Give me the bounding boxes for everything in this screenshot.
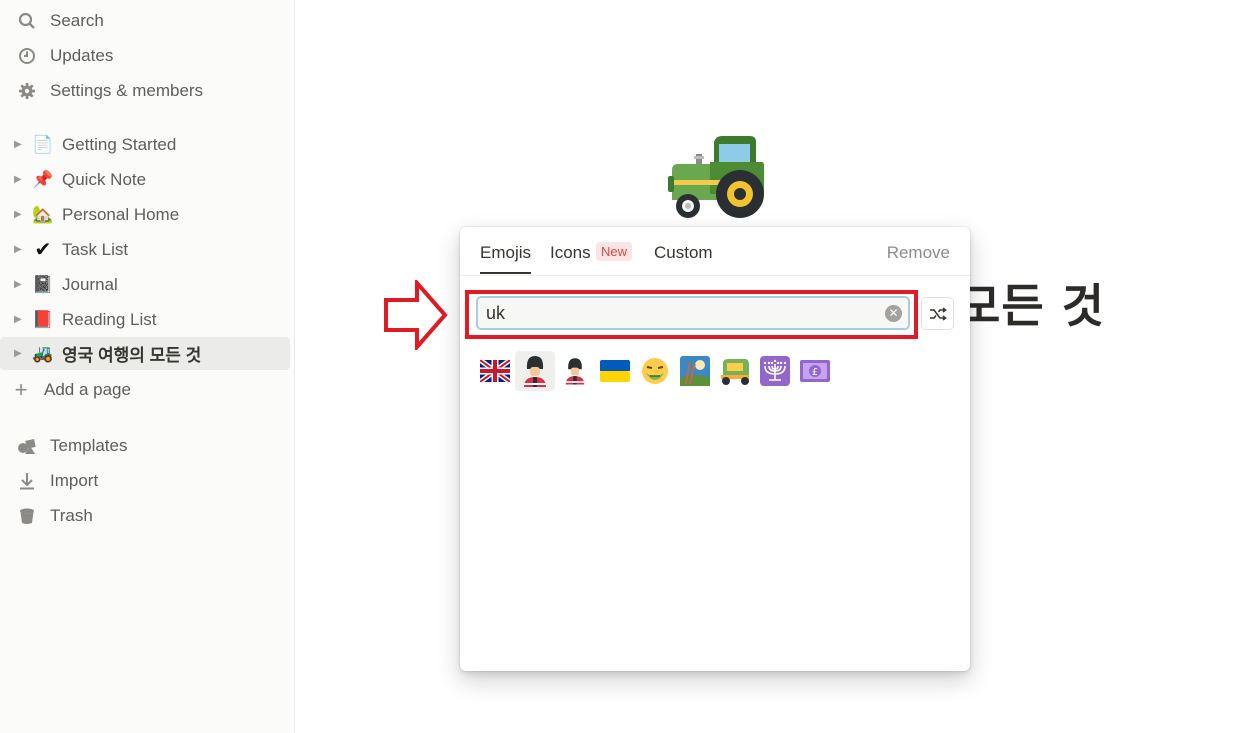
sidebar-trash-label: Trash xyxy=(50,506,93,525)
trash-icon xyxy=(16,507,38,525)
sidebar-settings-label: Settings & members xyxy=(50,81,204,100)
pound-banknote-icon[interactable]: £ xyxy=(795,351,835,391)
annotation-arrow-icon xyxy=(383,277,449,355)
page-label: Personal Home xyxy=(62,204,180,224)
emoji-results: £ xyxy=(475,351,835,391)
sidebar-page-uk-travel[interactable]: ▶ 🚜 영국 여행의 모든 것 xyxy=(0,337,290,370)
page-label: Quick Note xyxy=(62,169,147,189)
sidebar-updates[interactable]: Updates xyxy=(0,40,290,72)
sidebar-page-quick-note[interactable]: ▶ 📌 Quick Note xyxy=(0,163,290,196)
tab-custom[interactable]: Custom xyxy=(654,243,713,263)
add-page-button[interactable]: + Add a page xyxy=(0,374,290,406)
random-emoji-button[interactable] xyxy=(921,297,954,330)
checkmark-icon: ✔ xyxy=(34,239,52,261)
sidebar-import-label: Import xyxy=(50,471,99,490)
page-label: Journal xyxy=(62,274,118,294)
import-icon xyxy=(16,472,38,490)
sidebar-search[interactable]: Search xyxy=(0,5,290,37)
house-icon: 🏡 xyxy=(32,204,54,224)
page-icon: 📄 xyxy=(32,134,54,154)
notebook-icon: 📓 xyxy=(32,274,54,294)
page-icon-tractor[interactable] xyxy=(666,134,766,227)
emoji-search-field: ✕ xyxy=(476,296,910,330)
pushpin-icon: 📌 xyxy=(32,169,54,189)
gear-icon xyxy=(16,82,38,100)
rice-scene-icon[interactable] xyxy=(675,351,715,391)
page-label: Task List xyxy=(62,239,129,259)
plus-icon: + xyxy=(14,377,28,402)
add-page-label: Add a page xyxy=(44,380,131,399)
shuffle-icon xyxy=(929,306,947,321)
svg-text:£: £ xyxy=(812,367,818,378)
expand-triangle-icon[interactable]: ▶ xyxy=(14,139,24,150)
sidebar-settings[interactable]: Settings & members xyxy=(0,75,290,107)
remove-button[interactable]: Remove xyxy=(887,243,950,263)
clear-search-icon[interactable]: ✕ xyxy=(885,305,902,322)
sidebar-import[interactable]: Import xyxy=(0,465,290,497)
red-book-icon: 📕 xyxy=(32,309,54,329)
templates-icon xyxy=(16,437,38,455)
sidebar-page-reading-list[interactable]: ▶ 📕 Reading List xyxy=(0,303,290,336)
guard-small-icon[interactable] xyxy=(555,351,595,391)
icon-picker-popup: Emojis Icons New Custom Remove ✕ xyxy=(460,227,970,671)
emoji-search-input[interactable] xyxy=(484,301,868,325)
gb-flag-icon[interactable] xyxy=(475,351,515,391)
tab-emojis[interactable]: Emojis xyxy=(480,243,531,263)
tab-icons[interactable]: Icons xyxy=(550,243,591,263)
expand-triangle-icon[interactable]: ▶ xyxy=(14,348,24,359)
menorah-icon[interactable] xyxy=(755,351,795,391)
sidebar-page-journal[interactable]: ▶ 📓 Journal xyxy=(0,268,290,301)
sidebar-page-task-list[interactable]: ▶ ✔ Task List xyxy=(0,233,290,266)
ukraine-flag-icon[interactable] xyxy=(595,351,635,391)
guard-icon[interactable] xyxy=(515,351,555,391)
sidebar: Search Updates Settings & members ▶ 📄 Ge… xyxy=(0,0,295,733)
sidebar-templates[interactable]: Templates xyxy=(0,430,290,462)
sidebar-search-label: Search xyxy=(50,11,104,30)
page-label: Reading List xyxy=(62,309,157,329)
new-badge: New xyxy=(596,242,633,261)
expand-triangle-icon[interactable]: ▶ xyxy=(14,314,24,325)
expand-triangle-icon[interactable]: ▶ xyxy=(14,279,24,290)
active-tab-indicator xyxy=(480,272,531,274)
picker-tabs: Emojis Icons New Custom Remove xyxy=(460,227,970,276)
sidebar-updates-label: Updates xyxy=(50,46,114,65)
sidebar-page-personal-home[interactable]: ▶ 🏡 Personal Home xyxy=(0,198,290,231)
expand-triangle-icon[interactable]: ▶ xyxy=(14,244,24,255)
nauseated-face-icon[interactable] xyxy=(635,351,675,391)
sidebar-templates-label: Templates xyxy=(50,436,128,455)
page-title[interactable]: 모든 것 xyxy=(958,270,1105,336)
page-label: Getting Started xyxy=(62,134,177,154)
expand-triangle-icon[interactable]: ▶ xyxy=(14,209,24,220)
tractor-icon: 🚜 xyxy=(32,343,54,363)
search-icon xyxy=(16,12,38,30)
auto-rickshaw-icon[interactable] xyxy=(715,351,755,391)
expand-triangle-icon[interactable]: ▶ xyxy=(14,174,24,185)
sidebar-trash[interactable]: Trash xyxy=(0,500,290,532)
page-label: 영국 여행의 모든 것 xyxy=(62,346,202,365)
clock-icon xyxy=(16,47,38,65)
sidebar-page-getting-started[interactable]: ▶ 📄 Getting Started xyxy=(0,128,290,161)
